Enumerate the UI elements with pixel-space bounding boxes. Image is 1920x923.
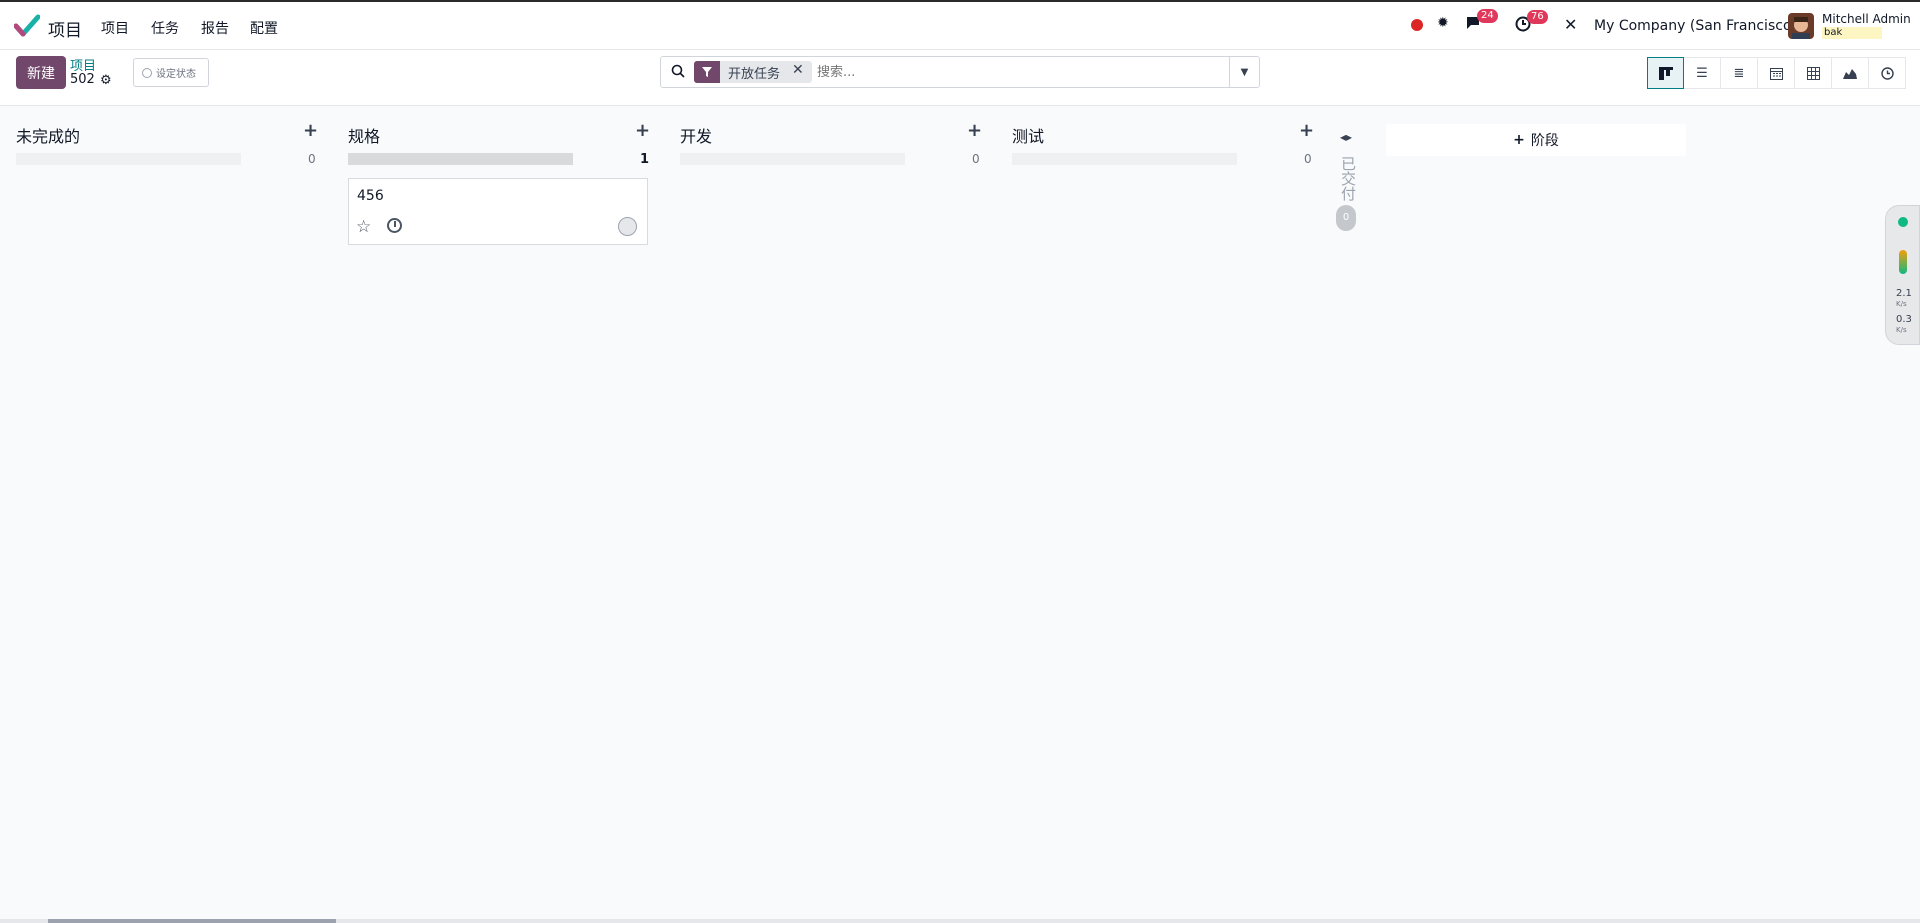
- search-bar: 开放任务 ✕ ▼: [660, 56, 1260, 88]
- status-dot-icon: [1898, 217, 1908, 227]
- column-quick-add-icon[interactable]: +: [967, 120, 982, 141]
- menu-item-projects[interactable]: 项目: [101, 18, 129, 38]
- bug-icon[interactable]: ✹: [1437, 15, 1449, 31]
- list-view-icon[interactable]: ☰: [1684, 57, 1721, 89]
- folded-column-count: 0: [1336, 205, 1356, 231]
- user-name[interactable]: Mitchell Admin: [1822, 12, 1911, 26]
- menu-item-reporting[interactable]: 报告: [201, 18, 229, 38]
- search-icon[interactable]: [671, 64, 685, 78]
- star-icon[interactable]: ☆: [356, 217, 371, 237]
- activities-count-badge: 76: [1527, 10, 1548, 24]
- filter-icon: [694, 61, 720, 83]
- status-circle-icon: [142, 67, 152, 78]
- column-progress-bar[interactable]: [348, 153, 573, 165]
- load-bar-icon: [1899, 250, 1907, 274]
- activity-view-icon[interactable]: ≣: [1721, 57, 1758, 89]
- menu-item-configuration[interactable]: 配置: [250, 18, 278, 38]
- graph-view-icon[interactable]: [1832, 57, 1869, 89]
- messages-count-badge: 24: [1477, 9, 1498, 23]
- kanban-view-icon[interactable]: [1647, 57, 1684, 89]
- record-count: 502: [70, 72, 95, 87]
- column-progress-bar[interactable]: [1012, 153, 1237, 165]
- column-quick-add-icon[interactable]: +: [303, 120, 318, 141]
- upload-speed: 0.3: [1896, 314, 1912, 325]
- column-title-incomplete[interactable]: 未完成的: [16, 123, 80, 147]
- debug-tools-icon[interactable]: ✕: [1564, 15, 1577, 34]
- messages-icon[interactable]: 24: [1465, 9, 1498, 35]
- view-switcher: ☰ ≣: [1647, 57, 1906, 89]
- folded-column-delivered[interactable]: ◂▸ 已交付 0: [1336, 130, 1357, 231]
- column-progress-bar[interactable]: [16, 153, 241, 165]
- plus-icon: +: [1513, 132, 1525, 148]
- gear-icon[interactable]: ⚙: [100, 73, 112, 88]
- top-navbar: 项目 项目 任务 报告 配置 ✹ 24 76 ✕ My Company (San…: [0, 0, 1920, 50]
- app-title[interactable]: 项目: [48, 16, 82, 41]
- kanban-state-icon[interactable]: [618, 217, 637, 236]
- add-stage-label: 阶段: [1530, 133, 1559, 149]
- new-button[interactable]: 新建: [16, 56, 66, 89]
- network-monitor-widget[interactable]: 2.1 K/s 0.3 K/s: [1885, 205, 1920, 345]
- search-facet: 开放任务 ✕: [694, 61, 812, 83]
- set-status-label: 设定状态: [156, 69, 196, 80]
- horizontal-scrollbar[interactable]: [0, 919, 1920, 923]
- search-input[interactable]: [817, 61, 1187, 83]
- upload-unit: K/s: [1896, 326, 1907, 334]
- column-quick-add-icon[interactable]: +: [635, 120, 650, 141]
- folded-column-title: 已交付: [1339, 156, 1357, 201]
- facet-remove-icon[interactable]: ✕: [788, 61, 812, 83]
- company-switcher[interactable]: My Company (San Francisco): [1594, 18, 1797, 34]
- activity-clock-icon[interactable]: [387, 218, 402, 233]
- column-count: 0: [308, 152, 316, 166]
- fold-toggle-icon[interactable]: ◂▸: [1336, 130, 1356, 144]
- timeline-view-icon[interactable]: [1869, 57, 1906, 89]
- database-name-badge: bak: [1822, 27, 1883, 39]
- column-count: 1: [640, 152, 650, 167]
- column-progress-bar[interactable]: [680, 153, 905, 165]
- scrollbar-thumb[interactable]: [48, 919, 336, 923]
- column-count: 0: [1304, 152, 1312, 166]
- column-title-testing[interactable]: 测试: [1012, 123, 1044, 147]
- project-app-logo-icon[interactable]: [14, 14, 40, 38]
- search-options-toggle-icon[interactable]: ▼: [1229, 57, 1259, 87]
- set-status-button[interactable]: 设定状态: [133, 58, 209, 87]
- add-stage-button[interactable]: + 阶段: [1386, 124, 1686, 156]
- download-speed: 2.1: [1896, 288, 1912, 299]
- user-avatar[interactable]: [1788, 13, 1814, 39]
- menu-item-tasks[interactable]: 任务: [151, 18, 179, 38]
- column-title-development[interactable]: 开发: [680, 123, 712, 147]
- download-unit: K/s: [1896, 300, 1907, 308]
- calendar-view-icon[interactable]: [1758, 57, 1795, 89]
- control-panel: 新建 项目 502 ⚙ 设定状态 开放任务 ✕ ▼ ☰ ≣: [0, 50, 1920, 106]
- record-indicator-icon[interactable]: [1411, 19, 1423, 31]
- facet-label: 开放任务: [728, 67, 781, 82]
- column-title-spec[interactable]: 规格: [348, 123, 380, 147]
- activities-clock-icon[interactable]: 76: [1515, 10, 1548, 36]
- column-count: 0: [972, 152, 980, 166]
- kanban-card[interactable]: 456 ☆: [348, 178, 648, 245]
- column-quick-add-icon[interactable]: +: [1299, 120, 1314, 141]
- card-title: 456: [357, 188, 384, 204]
- pivot-view-icon[interactable]: [1795, 57, 1832, 89]
